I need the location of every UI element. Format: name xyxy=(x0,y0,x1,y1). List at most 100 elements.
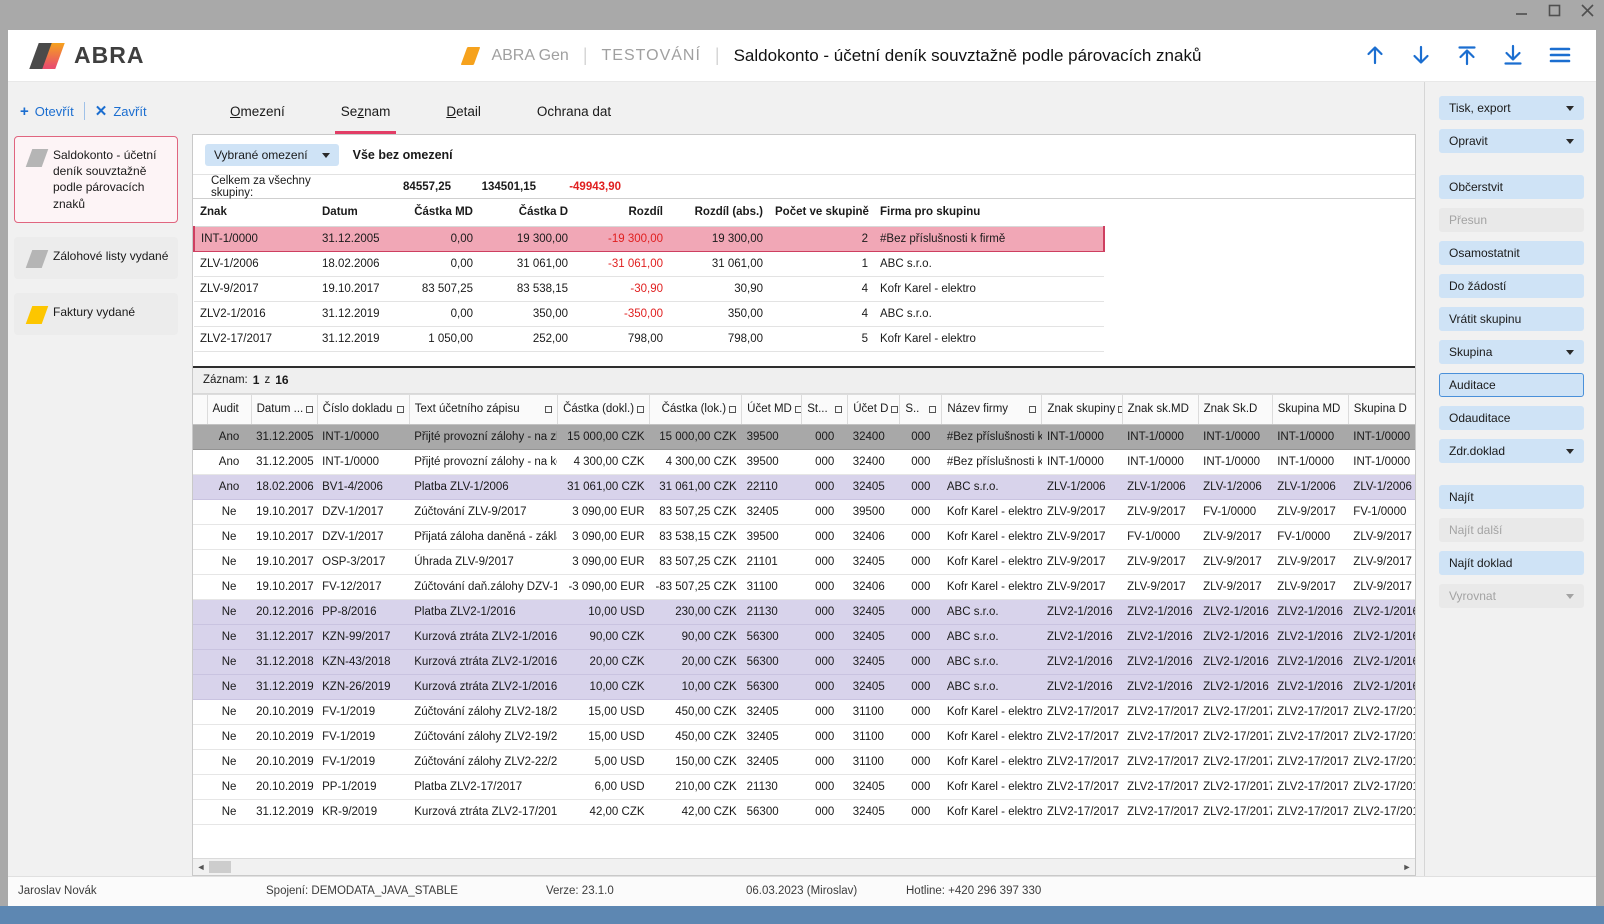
journal-table-row[interactable]: Ne31.12.2019KR-9/2019Kurzová ztráta ZLV2… xyxy=(193,799,1415,824)
scroll-left-icon[interactable]: ◄ xyxy=(195,861,207,873)
journal-table-row[interactable]: Ano31.12.2005INT-1/0000Přijté provozní z… xyxy=(193,449,1415,474)
journal-cell: KZN-43/2018 xyxy=(317,649,409,674)
column-filter-icon[interactable] xyxy=(397,406,404,413)
chevron-down-icon xyxy=(1566,449,1574,454)
najít-doklad-button[interactable]: Najít doklad xyxy=(1439,551,1584,575)
tisk-export-button[interactable]: Tisk, export xyxy=(1439,96,1584,120)
journal-column-header[interactable]: Číslo dokladu xyxy=(317,394,409,424)
osamostatnit-button[interactable]: Osamostatnit xyxy=(1439,241,1584,265)
journal-column-header[interactable]: Částka (lok.) xyxy=(650,394,742,424)
journal-column-header[interactable]: Audit xyxy=(207,394,251,424)
column-filter-icon[interactable] xyxy=(306,406,313,413)
groups-column-header[interactable]: Částka MD xyxy=(396,199,479,226)
column-filter-icon[interactable] xyxy=(891,406,898,413)
journal-column-header[interactable]: St... xyxy=(802,394,848,424)
journal-table-row[interactable]: Ne19.10.2017DZV-1/2017Zúčtování ZLV-9/20… xyxy=(193,499,1415,524)
column-filter-icon[interactable] xyxy=(929,406,936,413)
journal-cell: Kofr Karel - elektro xyxy=(942,724,1042,749)
journal-table-row[interactable]: Ne19.10.2017OSP-3/2017Úhrada ZLV-9/20173… xyxy=(193,549,1415,574)
tab-seznam[interactable]: Seznam xyxy=(313,98,419,134)
scrollbar-thumb[interactable] xyxy=(209,861,231,873)
arrow-to-top-icon[interactable] xyxy=(1456,44,1478,66)
close-icon[interactable] xyxy=(1581,4,1594,17)
restriction-dropdown[interactable]: Vybrané omezení xyxy=(205,144,339,166)
column-filter-icon[interactable] xyxy=(835,406,842,413)
journal-column-header[interactable]: Částka (dokl.) xyxy=(557,394,649,424)
journal-cell: 000 xyxy=(900,574,942,599)
journal-cell: ZLV2-17/2017 xyxy=(1122,799,1198,824)
journal-table-row[interactable]: Ano31.12.2005INT-1/0000Přijté provozní z… xyxy=(193,424,1415,449)
close-button[interactable]: ✕ Zavřít xyxy=(95,102,147,120)
journal-table-row[interactable]: Ne20.10.2019FV-1/2019Zúčtování zálohy ZL… xyxy=(193,724,1415,749)
vrátit-skupinu-button[interactable]: Vrátit skupinu xyxy=(1439,307,1584,331)
zdr-doklad-button[interactable]: Zdr.doklad xyxy=(1439,439,1584,463)
journal-table-row[interactable]: Ne31.12.2017KZN-99/2017Kurzová ztráta ZL… xyxy=(193,624,1415,649)
journal-column-header[interactable]: S.. xyxy=(900,394,942,424)
arrow-down-icon[interactable] xyxy=(1410,44,1432,66)
open-button[interactable]: + Otevřít xyxy=(20,103,74,120)
journal-table-row[interactable]: Ne31.12.2018KZN-43/2018Kurzová ztráta ZL… xyxy=(193,649,1415,674)
groups-table-row[interactable]: ZLV2-1/201631.12.20190,00350,00-350,0035… xyxy=(194,301,1104,326)
tab-ochrana-dat[interactable]: Ochrana dat xyxy=(509,98,639,134)
groups-column-header[interactable]: Rozdíl (abs.) xyxy=(669,199,769,226)
menu-icon[interactable] xyxy=(1548,45,1572,65)
groups-column-header[interactable]: Rozdíl xyxy=(574,199,669,226)
column-filter-icon[interactable] xyxy=(1118,406,1122,413)
groups-column-header[interactable]: Částka D xyxy=(479,199,574,226)
arrow-to-bottom-icon[interactable] xyxy=(1502,44,1524,66)
opravit-button[interactable]: Opravit xyxy=(1439,129,1584,153)
journal-cell: 31.12.2019 xyxy=(251,674,317,699)
column-filter-icon[interactable] xyxy=(795,406,802,413)
window-titlebar[interactable] xyxy=(0,0,1604,30)
sidebar-item[interactable]: Saldokonto - účetní deník souvztažně pod… xyxy=(14,136,178,223)
column-filter-icon[interactable] xyxy=(1029,406,1036,413)
journal-column-header[interactable]: Skupina D xyxy=(1348,394,1415,424)
tab-detail[interactable]: Detail xyxy=(418,98,509,134)
journal-column-header[interactable]: Skupina MD xyxy=(1272,394,1348,424)
groups-column-header[interactable]: Počet ve skupině xyxy=(769,199,874,226)
groups-column-header[interactable]: Znak xyxy=(194,199,316,226)
groups-cell: 31.12.2019 xyxy=(316,301,396,326)
journal-column-header[interactable]: Text účetního zápisu xyxy=(409,394,557,424)
arrow-up-icon[interactable] xyxy=(1364,44,1386,66)
groups-column-header[interactable]: Firma pro skupinu xyxy=(874,199,1104,226)
najít-button[interactable]: Najít xyxy=(1439,485,1584,509)
groups-table-row[interactable]: ZLV-9/201719.10.201783 507,2583 538,15-3… xyxy=(194,276,1104,301)
column-filter-icon[interactable] xyxy=(545,406,552,413)
auditace-button[interactable]: Auditace xyxy=(1439,373,1584,397)
skupina-button[interactable]: Skupina xyxy=(1439,340,1584,364)
groups-table-row[interactable]: INT-1/000031.12.20050,0019 300,00-19 300… xyxy=(194,226,1104,251)
journal-column-header[interactable]: Účet MD xyxy=(742,394,802,424)
občerstvit-button[interactable]: Občerstvit xyxy=(1439,175,1584,199)
journal-column-header[interactable]: Datum ... xyxy=(251,394,317,424)
journal-table-row[interactable]: Ne20.10.2019FV-1/2019Zúčtování zálohy ZL… xyxy=(193,699,1415,724)
groups-column-header[interactable]: Datum xyxy=(316,199,396,226)
odauditace-button[interactable]: Odauditace xyxy=(1439,406,1584,430)
scroll-right-icon[interactable]: ► xyxy=(1401,861,1413,873)
journal-cell: ZLV2-1/2016 xyxy=(1348,624,1415,649)
journal-table-row[interactable]: Ano18.02.2006BV1-4/2006Platba ZLV-1/2006… xyxy=(193,474,1415,499)
journal-column-header[interactable]: Znak sk.MD xyxy=(1122,394,1198,424)
journal-table-row[interactable]: Ne31.12.2019KZN-26/2019Kurzová ztráta ZL… xyxy=(193,674,1415,699)
tab-omezen-[interactable]: Omezení xyxy=(202,98,313,134)
journal-column-header[interactable]: Znak Sk.D xyxy=(1198,394,1272,424)
do-žádostí-button[interactable]: Do žádostí xyxy=(1439,274,1584,298)
journal-table-row[interactable]: Ne20.12.2016PP-8/2016Platba ZLV2-1/20161… xyxy=(193,599,1415,624)
horizontal-scrollbar[interactable]: ◄ ► xyxy=(193,858,1415,875)
journal-table-row[interactable]: Ne20.10.2019PP-1/2019Platba ZLV2-17/2017… xyxy=(193,774,1415,799)
sidebar-item[interactable]: Faktury vydané xyxy=(14,293,178,335)
journal-column-header[interactable]: Název firmy xyxy=(942,394,1042,424)
journal-cell: 31.12.2005 xyxy=(251,424,317,449)
minimize-icon[interactable] xyxy=(1515,4,1528,17)
column-filter-icon[interactable] xyxy=(637,406,644,413)
groups-table-row[interactable]: ZLV-1/200618.02.20060,0031 061,00-31 061… xyxy=(194,251,1104,276)
sidebar-item[interactable]: Zálohové listy vydané xyxy=(14,237,178,279)
journal-table-row[interactable]: Ne19.10.2017FV-12/2017Zúčtování daň.zálo… xyxy=(193,574,1415,599)
journal-table-row[interactable]: Ne20.10.2019FV-1/2019Zúčtování zálohy ZL… xyxy=(193,749,1415,774)
journal-column-header[interactable]: Účet D xyxy=(848,394,900,424)
journal-column-header[interactable]: Znak skupiny xyxy=(1042,394,1122,424)
maximize-icon[interactable] xyxy=(1548,4,1561,17)
journal-table-row[interactable]: Ne19.10.2017DZV-1/2017Přijatá záloha dan… xyxy=(193,524,1415,549)
groups-table-row[interactable]: ZLV2-17/201731.12.20191 050,00252,00798,… xyxy=(194,326,1104,351)
column-filter-icon[interactable] xyxy=(729,406,736,413)
